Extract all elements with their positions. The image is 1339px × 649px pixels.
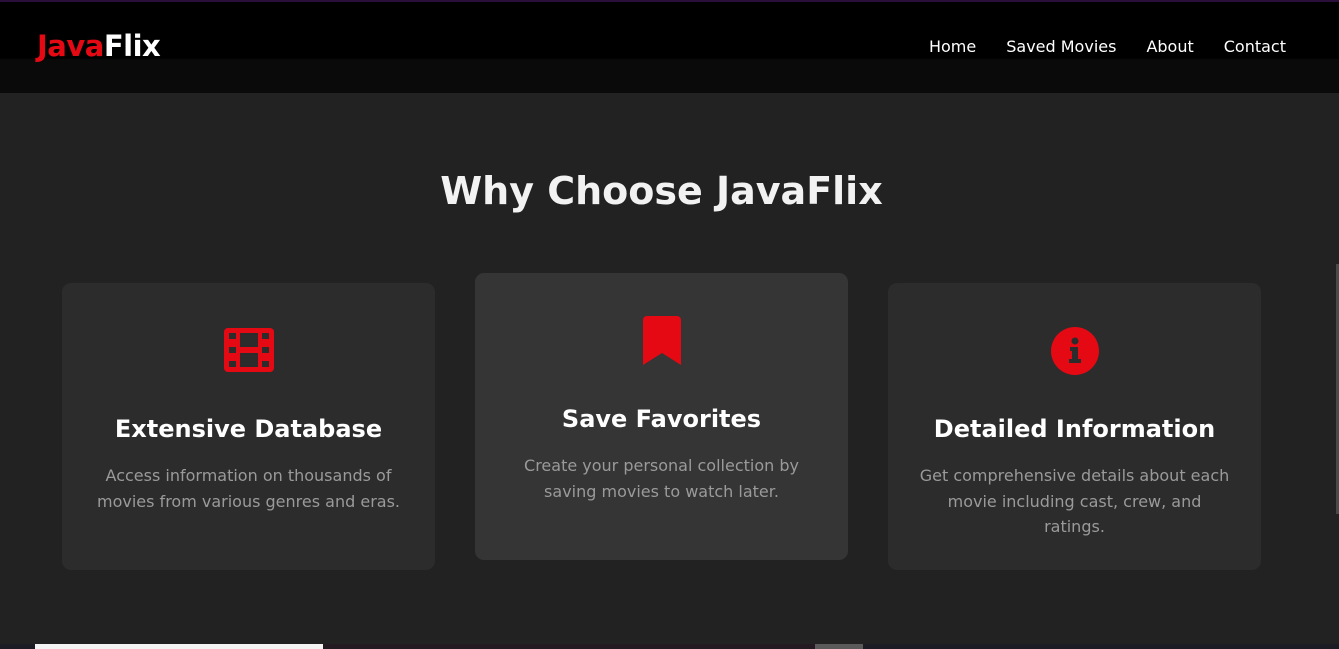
feature-title: Detailed Information	[933, 415, 1216, 443]
feature-title: Save Favorites	[561, 405, 762, 433]
film-icon	[62, 328, 435, 372]
next-section-image-edge	[323, 644, 815, 649]
nav-links: Home Saved Movies About Contact	[899, 37, 1286, 57]
bookmark-icon	[475, 316, 848, 365]
feature-card-database[interactable]: Extensive Database Access information on…	[62, 283, 435, 570]
section-title: Why Choose JavaFlix	[440, 169, 883, 213]
next-section-card-edge	[35, 644, 323, 649]
info-circle-icon	[888, 326, 1261, 376]
next-section-block-edge	[815, 644, 863, 649]
navbar: JavaFlix Home Saved Movies About Contact	[0, 2, 1339, 93]
nav-home[interactable]: Home	[929, 37, 976, 57]
feature-description: Create your personal collection by savin…	[524, 456, 799, 501]
nav-about[interactable]: About	[1146, 37, 1193, 57]
feature-title: Extensive Database	[114, 415, 383, 443]
nav-saved-movies[interactable]: Saved Movies	[1006, 37, 1116, 57]
feature-description: Get comprehensive details about each mov…	[919, 466, 1230, 536]
logo-java: Java	[37, 29, 104, 63]
feature-card-details[interactable]: Detailed Information Get comprehensive d…	[888, 283, 1261, 570]
feature-card-favorites[interactable]: Save Favorites Create your personal coll…	[475, 273, 848, 560]
logo-flix: Flix	[103, 29, 161, 63]
feature-description: Access information on thousands of movie…	[97, 466, 400, 511]
nav-contact[interactable]: Contact	[1224, 37, 1286, 57]
logo[interactable]: JavaFlix	[37, 28, 161, 64]
page: JavaFlix Home Saved Movies About Contact…	[0, 0, 1339, 649]
